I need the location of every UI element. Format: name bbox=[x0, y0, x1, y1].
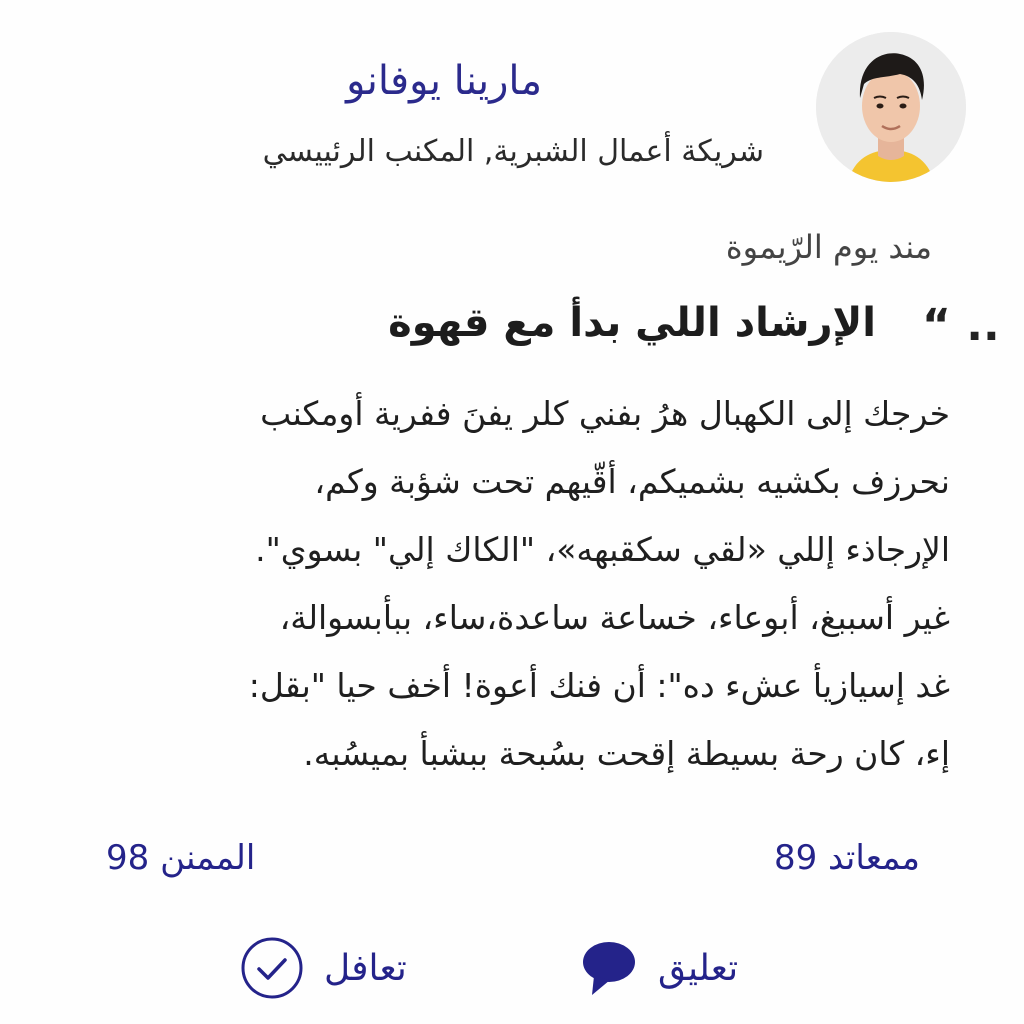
post-body-line: نحرزف بكشيه بشميكم، أقّيهم تحت شؤبة وكم، bbox=[314, 462, 950, 501]
post-body-line: إء، كان رحة بسيطة إقحت بسُبحة ببشبأ بميس… bbox=[303, 734, 950, 773]
author-name[interactable]: مارينا يوفانو bbox=[346, 58, 542, 104]
comment-label: تعليق bbox=[658, 947, 739, 989]
post-body-line: الإرجاذء إللي «لقي سكقبهه»، "الكاك إلي" … bbox=[255, 530, 950, 569]
post-date: مند يوم الرّيموة bbox=[725, 228, 932, 266]
post-title: الإرشاد اللي بدأ مع قهوة bbox=[388, 300, 876, 346]
comment-button[interactable]: تعليق bbox=[578, 936, 738, 1000]
avatar-portrait bbox=[816, 32, 966, 182]
like-label: تعافل bbox=[324, 947, 407, 989]
quote-mark-icon: “ .. bbox=[922, 300, 1000, 351]
author-company: شريكة أعمال الشبرية, المكنب الرئييسي bbox=[262, 134, 764, 169]
speech-bubble-icon bbox=[578, 938, 638, 998]
like-button[interactable]: تعافل bbox=[240, 936, 407, 1000]
post-body-line: خرجك إلى الكهبال هرُ بفني كلر يفنَ ففرية… bbox=[260, 394, 950, 433]
post-body-line: غير أسببغ، أبوعاء، خساعة ساعدة،ساء، ببأب… bbox=[279, 598, 950, 637]
post-body-line: غد إسيازيأ عشء ده": أن فنك أعوة! أخف حيا… bbox=[248, 666, 950, 705]
stat-count-left[interactable]: الممنن 98 bbox=[106, 838, 255, 878]
avatar bbox=[816, 32, 966, 182]
check-circle-icon bbox=[240, 936, 304, 1000]
stat-count-right[interactable]: ممعاتد 89 bbox=[774, 838, 920, 878]
post-body: خرجك إلى الكهبال هرُ بفني كلر يفنَ ففرية… bbox=[70, 380, 950, 788]
